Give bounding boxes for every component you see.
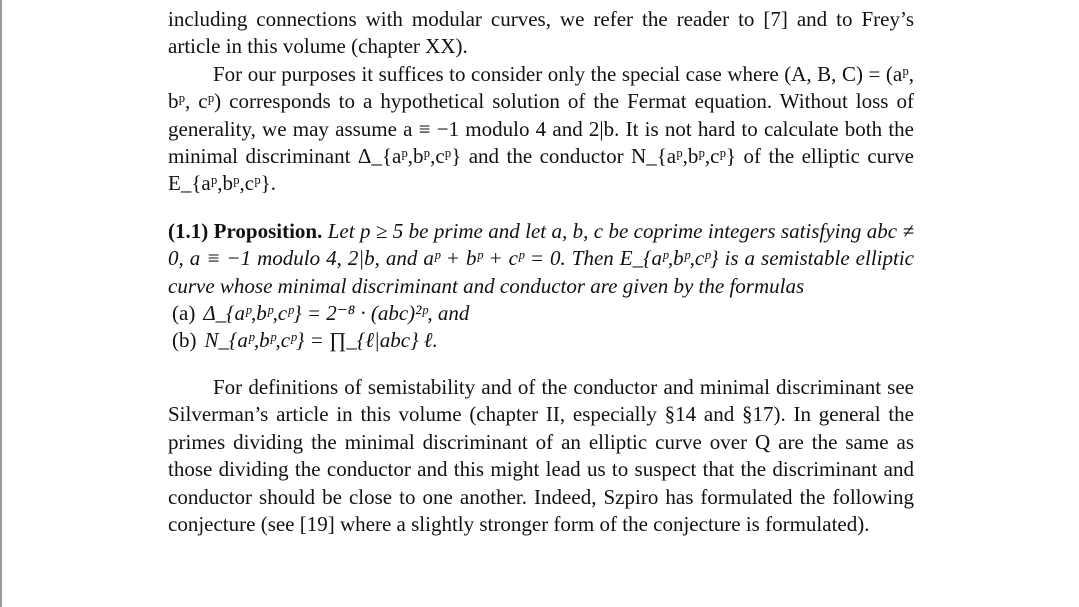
proposition-number: (1.1) [168,218,209,243]
formula-text: Δ_{aᵖ,bᵖ,cᵖ} = 2⁻⁸ · (abc)²ᵖ, and [203,301,470,326]
paper-page: including connections with modular curve… [168,6,914,538]
paragraph-szpiro-intro-text: For definitions of semistability and of … [168,374,914,536]
formula-label: (a) [172,301,196,326]
formula-item-discriminant: (a) Δ_{aᵖ,bᵖ,cᵖ} = 2⁻⁸ · (abc)²ᵖ, and [168,300,914,327]
paragraph-szpiro-intro: For definitions of semistability and of … [168,374,914,538]
formula-label: (b) [172,328,197,353]
page-left-edge [0,0,2,607]
proposition-title: Proposition. [213,218,323,243]
formula-text: N_{aᵖ,bᵖ,cᵖ} = ∏_{ℓ|abc} ℓ. [204,328,438,353]
formula-item-conductor: (b) N_{aᵖ,bᵖ,cᵖ} = ∏_{ℓ|abc} ℓ. [168,327,914,354]
proposition-block: (1.1) Proposition. Let p ≥ 5 be prime an… [168,218,914,355]
proposition-statement: (1.1) Proposition. Let p ≥ 5 be prime an… [168,218,914,300]
paragraph-fermat-setup-text: For our purposes it suffices to consider… [168,61,914,196]
paragraph-continuation: including connections with modular curve… [168,6,914,61]
paragraph-continuation-text: including connections with modular curve… [168,7,914,59]
paragraph-fermat-setup: For our purposes it suffices to consider… [168,61,914,198]
proposition-formula-list: (a) Δ_{aᵖ,bᵖ,cᵖ} = 2⁻⁸ · (abc)²ᵖ, and (b)… [168,300,914,355]
